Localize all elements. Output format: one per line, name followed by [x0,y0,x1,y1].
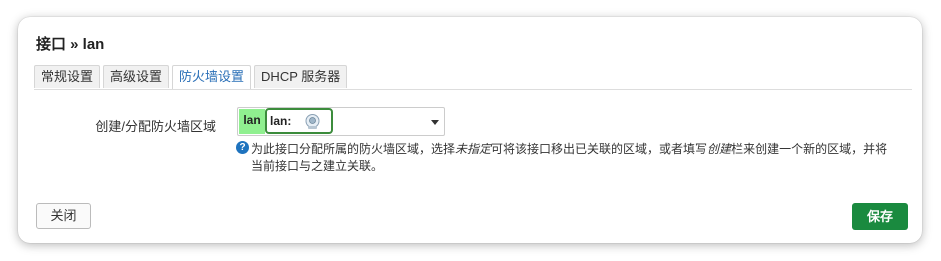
zone-chip[interactable]: lan: [265,108,333,134]
chevron-down-icon[interactable] [431,120,439,125]
network-interface-icon [304,113,321,130]
question-icon: ? [236,141,249,154]
zone-tag: lan [239,109,265,134]
tab-advanced[interactable]: 高级设置 [103,65,170,88]
dialog-title: 接口 » lan [36,36,105,53]
close-button[interactable]: 关闭 [36,203,91,229]
tab-dhcp[interactable]: DHCP 服务器 [254,65,348,88]
tab-bar: 常规设置 高级设置 防火墙设置 DHCP 服务器 [34,65,912,90]
tab-general[interactable]: 常规设置 [34,65,101,88]
save-button[interactable]: 保存 [852,203,908,230]
firewall-zone-label: 创建/分配防火墙区域 [95,119,216,134]
tab-firewall[interactable]: 防火墙设置 [172,65,252,89]
interface-dialog: 接口 » lan 常规设置 高级设置 防火墙设置 DHCP 服务器 创建/分配防… [18,17,922,243]
zone-chip-label: lan: [270,114,292,128]
firewall-zone-help: 为此接口分配所属的防火墙区域，选择未指定可将该接口移出已关联的区域，或者填写创建… [251,142,888,173]
firewall-zone-select[interactable]: lan lan: [237,107,445,136]
